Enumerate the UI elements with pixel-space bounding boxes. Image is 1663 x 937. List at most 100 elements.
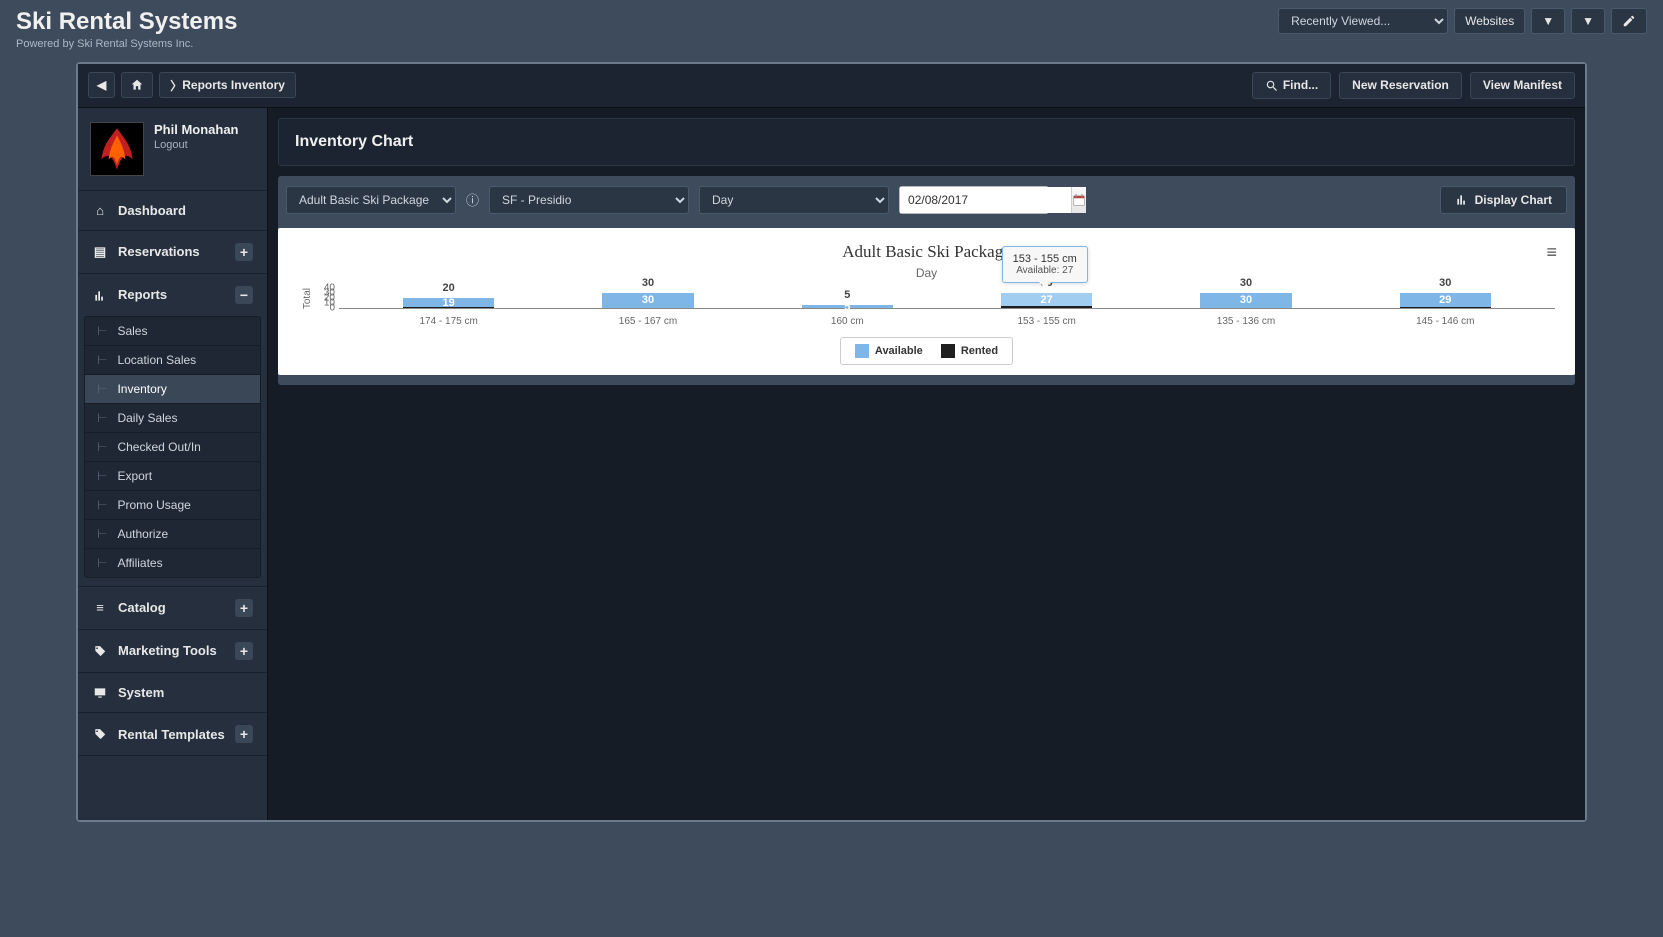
chart-menu-icon[interactable]: ≡ xyxy=(1546,242,1557,263)
main: Inventory Chart Adult Basic Ski Package … xyxy=(268,108,1585,820)
bar-column[interactable]: 03030165 - 167 cm xyxy=(588,288,708,308)
y-tick: 40 xyxy=(324,282,335,293)
bar-label-available: 30 xyxy=(602,294,693,306)
sidebar-item-catalog[interactable]: ≡Catalog+ xyxy=(78,587,267,630)
edit-button[interactable] xyxy=(1611,8,1647,34)
report-sub-item[interactable]: ⊢Daily Sales xyxy=(85,404,260,433)
tag-icon xyxy=(92,643,108,659)
report-sub-item[interactable]: ⊢Export xyxy=(85,462,260,491)
package-select[interactable]: Adult Basic Ski Package xyxy=(286,186,456,214)
sidebar: Phil Monahan Logout ⌂Dashboard ▤Reservat… xyxy=(78,108,268,820)
sidebar-item-marketing[interactable]: Marketing Tools+ xyxy=(78,630,267,673)
report-sub-item[interactable]: ⊢Checked Out/In xyxy=(85,433,260,462)
nav-left: ◀ 〉 Reports Inventory xyxy=(88,72,296,98)
bar-label-available: 29 xyxy=(1400,294,1491,306)
bar-total-label: 30 xyxy=(588,277,708,293)
bar-segment-available: 27 xyxy=(1001,293,1092,307)
x-axis-label: 174 - 175 cm xyxy=(389,316,509,327)
bar-chart-icon xyxy=(1455,193,1469,207)
chart-legend: Available Rented xyxy=(840,337,1013,365)
monitor-icon xyxy=(92,685,108,701)
expand-icon[interactable]: + xyxy=(235,642,253,660)
nav-back-button[interactable]: ◀ xyxy=(88,72,115,98)
user-name: Phil Monahan xyxy=(154,122,239,137)
websites-button[interactable]: Websites xyxy=(1454,8,1525,34)
display-chart-button[interactable]: Display Chart xyxy=(1440,186,1567,214)
bar-total-label: 30 xyxy=(1385,277,1505,293)
user-block: Phil Monahan Logout xyxy=(78,108,267,191)
report-sub-item[interactable]: ⊢Inventory xyxy=(85,375,260,404)
home-icon: ⌂ xyxy=(92,203,108,218)
chart-subtitle: Day xyxy=(298,266,1555,280)
filter-bar: Adult Basic Ski Package ⓘ SF - Presidio … xyxy=(278,176,1575,228)
reports-submenu: ⊢Sales⊢Location Sales⊢Inventory⊢Daily Sa… xyxy=(84,316,261,578)
plot-area: 010203040 11920174 - 175 cm03030165 - 16… xyxy=(339,288,1555,309)
bar-segment-available: 30 xyxy=(602,293,693,308)
home-icon xyxy=(130,78,144,92)
nav-home-button[interactable] xyxy=(121,72,153,98)
bar-label-available: 27 xyxy=(1001,294,1092,306)
chart-icon xyxy=(92,287,108,303)
bar-segment-available: 29 xyxy=(1400,293,1491,308)
sidebar-item-reports[interactable]: Reports− ⊢Sales⊢Location Sales⊢Inventory… xyxy=(78,274,267,587)
legend-rented: Rented xyxy=(941,344,998,358)
breadcrumb[interactable]: 〉 Reports Inventory xyxy=(159,72,296,98)
top-controls: Recently Viewed... Websites ▼ ▼ xyxy=(1278,8,1647,34)
sidebar-item-dashboard[interactable]: ⌂Dashboard xyxy=(78,191,267,231)
app-frame: ◀ 〉 Reports Inventory Find... New Reserv… xyxy=(76,62,1587,822)
bar-column[interactable]: 12930145 - 146 cm xyxy=(1385,288,1505,308)
tag-icon xyxy=(92,727,108,743)
bar-column[interactable]: 11920174 - 175 cm xyxy=(389,288,509,308)
bar-total-label: 30 xyxy=(1186,277,1306,293)
bar-segment-rented: 3 xyxy=(1001,306,1092,308)
bar-column[interactable]: 055160 cm xyxy=(787,288,907,308)
chart-tooltip: 153 - 155 cm Available: 27 xyxy=(1002,246,1088,283)
date-picker[interactable] xyxy=(899,186,1049,214)
phoenix-icon xyxy=(91,123,143,175)
x-axis-label: 135 - 136 cm xyxy=(1186,316,1306,327)
bar-column[interactable]: 03030135 - 136 cm xyxy=(1186,288,1306,308)
collapse-icon[interactable]: − xyxy=(235,286,253,304)
report-sub-item[interactable]: ⊢Promo Usage xyxy=(85,491,260,520)
date-input[interactable] xyxy=(900,187,1071,213)
sidebar-item-rental-templates[interactable]: Rental Templates+ xyxy=(78,713,267,756)
expand-icon[interactable]: + xyxy=(235,599,253,617)
filter-panel: Adult Basic Ski Package ⓘ SF - Presidio … xyxy=(278,176,1575,385)
user-info: Phil Monahan Logout xyxy=(154,122,239,176)
find-button[interactable]: Find... xyxy=(1252,72,1331,99)
x-axis-label: 153 - 155 cm xyxy=(987,316,1107,327)
expand-icon[interactable]: + xyxy=(235,725,253,743)
info-icon[interactable]: ⓘ xyxy=(466,190,479,209)
logout-link[interactable]: Logout xyxy=(154,139,239,151)
sidebar-item-reservations[interactable]: ▤Reservations+ xyxy=(78,231,267,274)
location-select[interactable]: SF - Presidio xyxy=(489,186,689,214)
report-sub-item[interactable]: ⊢Location Sales xyxy=(85,346,260,375)
websites-dropdown-toggle[interactable]: ▼ xyxy=(1531,8,1565,34)
x-axis-label: 160 cm xyxy=(787,316,907,327)
recently-viewed-select[interactable]: Recently Viewed... xyxy=(1278,8,1448,34)
report-sub-item[interactable]: ⊢Authorize xyxy=(85,520,260,549)
chart-body: Total 010203040 11920174 - 175 cm0303016… xyxy=(298,288,1555,309)
new-reservation-button[interactable]: New Reservation xyxy=(1339,72,1462,99)
sidebar-item-system[interactable]: System xyxy=(78,673,267,714)
content-wrap: Phil Monahan Logout ⌂Dashboard ▤Reservat… xyxy=(78,108,1585,820)
tooltip-value: Available: 27 xyxy=(1013,265,1077,276)
view-manifest-button[interactable]: View Manifest xyxy=(1470,72,1575,99)
expand-icon[interactable]: + xyxy=(235,243,253,261)
swatch-available xyxy=(855,344,869,358)
period-select[interactable]: Day xyxy=(699,186,889,214)
calendar-icon[interactable] xyxy=(1071,187,1086,213)
chart-title: Adult Basic Ski Package xyxy=(298,242,1555,262)
chart-panel: ≡ Adult Basic Ski Package Day Total 0102… xyxy=(278,228,1575,375)
report-sub-item[interactable]: ⊢Affiliates xyxy=(85,549,260,577)
report-sub-item[interactable]: ⊢Sales xyxy=(85,317,260,346)
pencil-icon xyxy=(1622,14,1636,28)
y-axis-label: Total xyxy=(298,288,313,309)
bar-segment-available: 19 xyxy=(403,298,494,308)
refresh-button[interactable]: ▼ xyxy=(1571,8,1605,34)
bar-segment-rented: 1 xyxy=(1400,307,1491,308)
bar-column[interactable]: 32730153 - 155 cm xyxy=(987,288,1107,308)
nav-right: Find... New Reservation View Manifest xyxy=(1252,72,1575,99)
legend-available: Available xyxy=(855,344,923,358)
bar-label-available: 30 xyxy=(1200,294,1291,306)
